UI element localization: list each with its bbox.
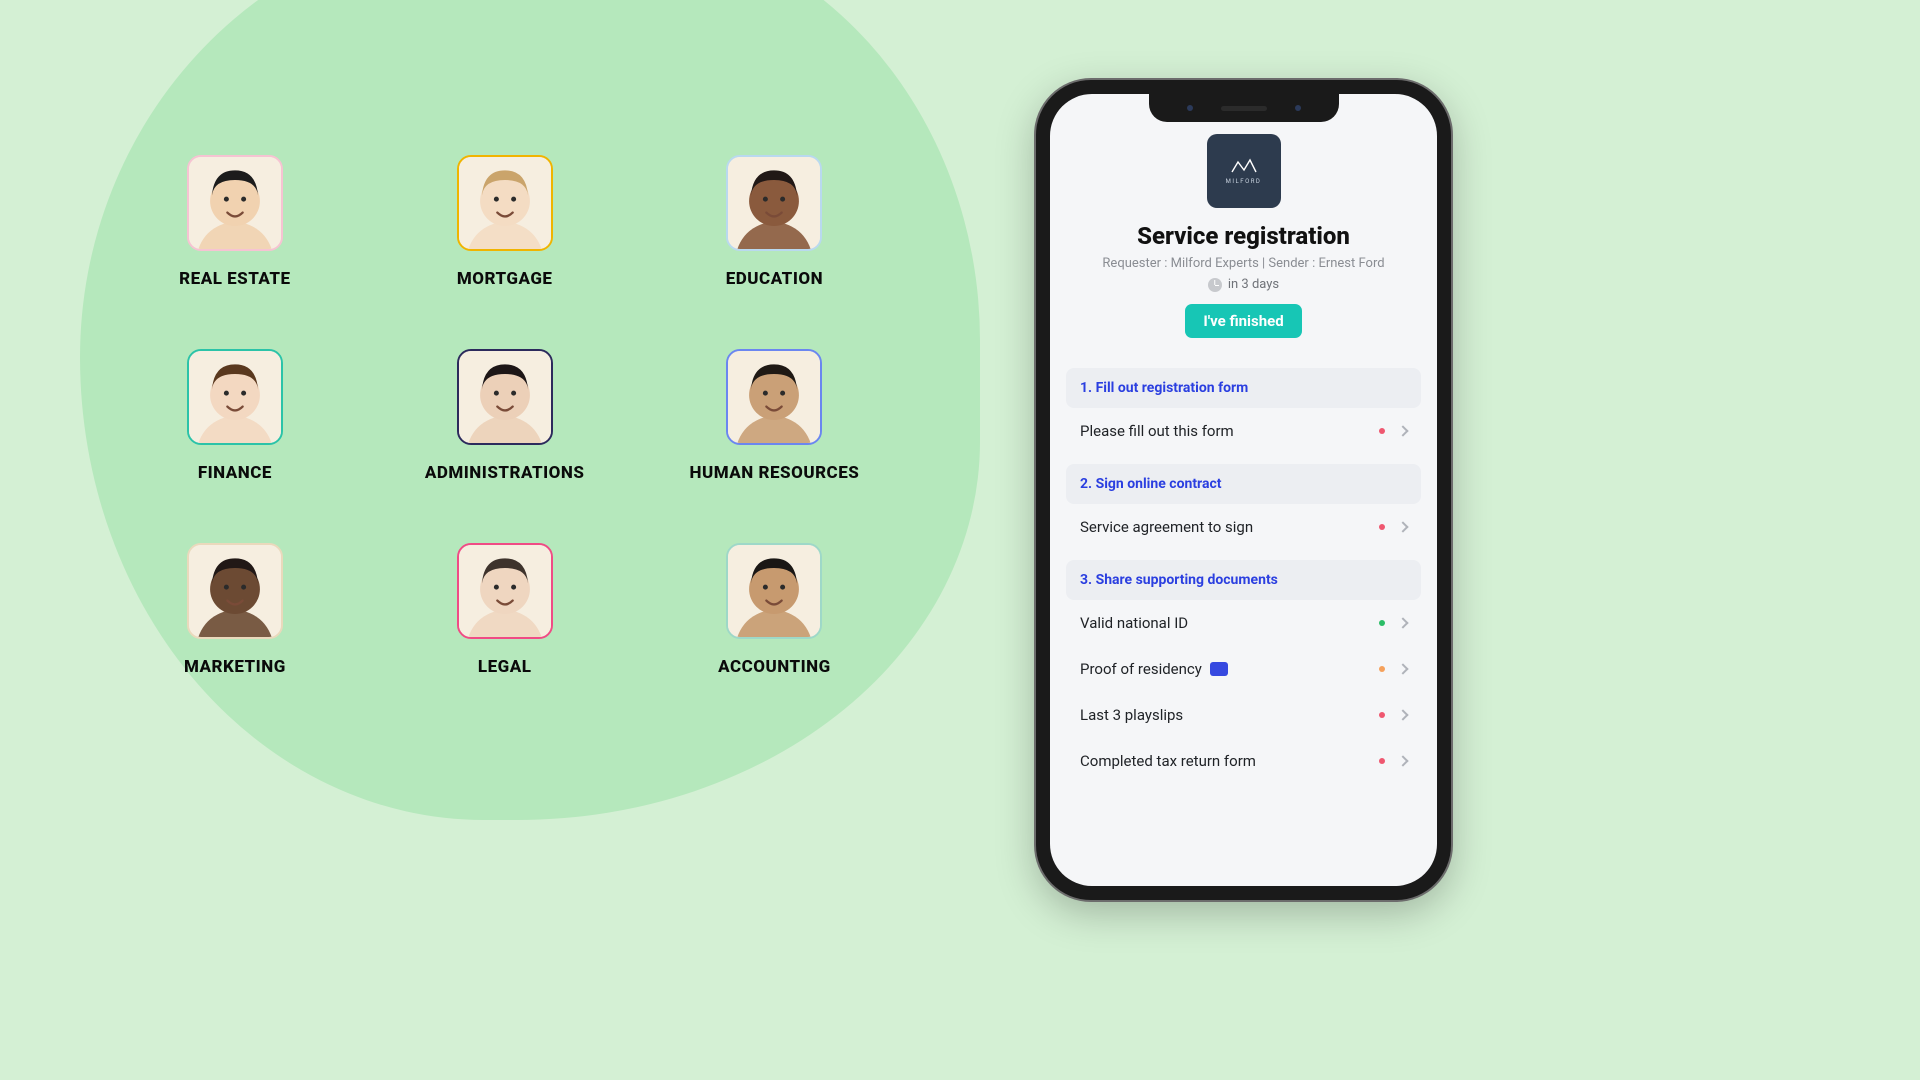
phone-screen: MILFORD Service registration Requester :…	[1050, 94, 1437, 886]
avatar	[726, 155, 822, 251]
chevron-right-icon	[1397, 709, 1408, 720]
category-label: LEGAL	[478, 657, 532, 677]
list-item[interactable]: Valid national ID	[1066, 600, 1421, 646]
category-label: REAL ESTATE	[179, 269, 290, 289]
category-card[interactable]: HUMAN RESOURCES	[690, 349, 860, 483]
category-card[interactable]: ACCOUNTING	[690, 543, 860, 677]
category-label: HUMAN RESOURCES	[690, 463, 860, 483]
list-item[interactable]: Completed tax return form	[1066, 738, 1421, 784]
chevron-right-icon	[1397, 617, 1408, 628]
category-card[interactable]: EDUCATION	[690, 155, 860, 289]
step-header[interactable]: 1. Fill out registration form	[1066, 368, 1421, 408]
list-item[interactable]: Please fill out this form	[1066, 408, 1421, 454]
status-dot	[1379, 712, 1385, 718]
step-header[interactable]: 3. Share supporting documents	[1066, 560, 1421, 600]
avatar	[187, 155, 283, 251]
avatar	[187, 349, 283, 445]
category-card[interactable]: REAL ESTATE	[150, 155, 320, 289]
chevron-right-icon	[1397, 755, 1408, 766]
category-label: MORTGAGE	[457, 269, 553, 289]
meta-line: Requester : Milford Experts | Sender : E…	[1050, 256, 1437, 271]
status-dot	[1379, 666, 1385, 672]
list-item[interactable]: Proof of residency	[1066, 646, 1421, 692]
due-text: in 3 days	[1228, 277, 1279, 292]
avatar	[457, 543, 553, 639]
status-dot	[1379, 620, 1385, 626]
avatar	[726, 349, 822, 445]
avatar	[187, 543, 283, 639]
category-label: MARKETING	[184, 657, 286, 677]
phone-frame: MILFORD Service registration Requester :…	[1036, 80, 1451, 900]
brand-logo: MILFORD	[1207, 134, 1281, 208]
list-item[interactable]: Last 3 playslips	[1066, 692, 1421, 738]
step-header[interactable]: 2. Sign online contract	[1066, 464, 1421, 504]
item-label: Proof of residency	[1080, 660, 1202, 678]
status-dot	[1379, 428, 1385, 434]
brand-logo-text: MILFORD	[1226, 178, 1262, 185]
item-label: Please fill out this form	[1080, 422, 1234, 440]
item-label: Completed tax return form	[1080, 752, 1256, 770]
category-label: EDUCATION	[726, 269, 823, 289]
finish-button[interactable]: I've finished	[1185, 304, 1301, 338]
clock-icon	[1208, 278, 1222, 292]
avatar	[457, 349, 553, 445]
page-title: Service registration	[1050, 222, 1437, 250]
avatar	[726, 543, 822, 639]
category-label: ACCOUNTING	[718, 657, 831, 677]
status-dot	[1379, 758, 1385, 764]
due-row: in 3 days	[1050, 277, 1437, 292]
chevron-right-icon	[1397, 521, 1408, 532]
categories-grid: REAL ESTATE MORTGAGE EDUCATION FINANCE ADMIN…	[150, 155, 859, 677]
status-dot	[1379, 524, 1385, 530]
category-label: ADMINISTRATIONS	[425, 463, 585, 483]
category-card[interactable]: FINANCE	[150, 349, 320, 483]
steps-container: 1. Fill out registration form Please fill…	[1050, 358, 1437, 784]
chevron-right-icon	[1397, 663, 1408, 674]
item-label: Service agreement to sign	[1080, 518, 1253, 536]
category-card[interactable]: MARKETING	[150, 543, 320, 677]
category-card[interactable]: ADMINISTRATIONS	[420, 349, 590, 483]
category-label: FINANCE	[198, 463, 272, 483]
category-card[interactable]: LEGAL	[420, 543, 590, 677]
chevron-right-icon	[1397, 425, 1408, 436]
item-label: Valid national ID	[1080, 614, 1188, 632]
comment-icon	[1210, 662, 1228, 676]
category-card[interactable]: MORTGAGE	[420, 155, 590, 289]
item-label: Last 3 playslips	[1080, 706, 1183, 724]
phone-notch	[1149, 94, 1339, 122]
avatar	[457, 155, 553, 251]
list-item[interactable]: Service agreement to sign	[1066, 504, 1421, 550]
